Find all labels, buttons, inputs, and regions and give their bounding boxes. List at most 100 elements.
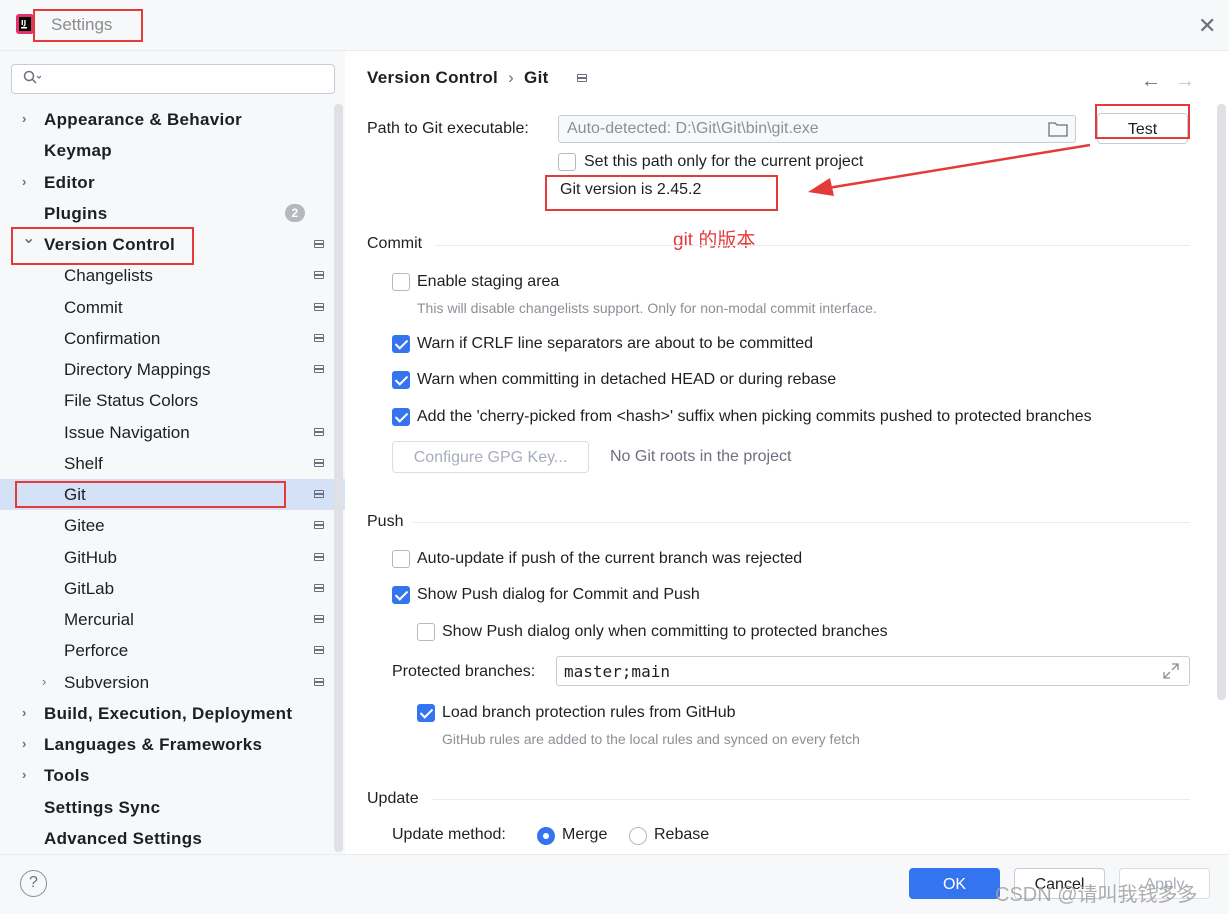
sidebar-scrollbar[interactable] [334,104,343,852]
sidebar-item-github[interactable]: GitHub [0,542,345,573]
cherry-pick-checkbox[interactable] [392,408,410,426]
title-highlight-box [33,9,143,42]
sidebar-item-advanced-settings[interactable]: Advanced Settings [0,823,345,854]
sidebar-item-label: Languages & Frameworks [44,735,263,754]
sidebar-item-perforce[interactable]: Perforce [0,635,345,666]
sidebar-item-label: Confirmation [64,329,161,348]
detached-label: Warn when committing in detached HEAD or… [417,371,837,388]
rebase-radio[interactable] [629,827,647,845]
git-path-label: Path to Git executable: [367,120,529,137]
annotation-arrow [808,143,1091,196]
sidebar-item-commit[interactable]: Commit [0,292,345,323]
push-separator [413,522,1190,523]
sidebar-item-label: Issue Navigation [64,423,190,442]
auto-update-checkbox[interactable] [392,550,410,568]
folder-icon[interactable] [1048,121,1068,137]
sidebar-item-label: Mercurial [64,610,134,629]
load-rules-label: Load branch protection rules from GitHub [442,704,736,721]
project-scope-icon [314,553,324,561]
update-section-title: Update [367,790,419,807]
project-scope-icon [314,678,324,686]
sidebar-item-build-execution-deployment[interactable]: › Build, Execution, Deployment [0,698,345,729]
sidebar-item-file-status-colors[interactable]: File Status Colors [0,385,345,416]
sidebar-item-languages-frameworks[interactable]: › Languages & Frameworks [0,729,345,760]
configure-gpg-button[interactable]: Configure GPG Key... [392,441,589,473]
sidebar-item-directory-mappings[interactable]: Directory Mappings [0,354,345,385]
merge-label: Merge [562,826,608,843]
sidebar-item-label: Subversion [64,673,150,692]
back-arrow-icon[interactable]: ← [1141,70,1161,93]
project-scope-icon [314,428,324,436]
sidebar-item-label: Build, Execution, Deployment [44,704,293,723]
sidebar-item-issue-navigation[interactable]: Issue Navigation [0,417,345,448]
update-separator [432,799,1190,800]
project-only-checkbox[interactable] [558,153,576,171]
sidebar-item-gitee[interactable]: Gitee [0,510,345,541]
intellij-app-icon: IJ [16,14,34,34]
auto-update-label: Auto-update if push of the current branc… [417,550,803,567]
chevron-right-icon[interactable]: › [22,112,34,125]
close-icon[interactable]: ✕ [1198,13,1216,39]
chevron-right-icon[interactable]: › [42,675,54,688]
sidebar-item-confirmation[interactable]: Confirmation [0,323,345,354]
load-rules-checkbox[interactable] [417,704,435,722]
project-scope-icon [314,459,324,467]
sidebar-item-keymap[interactable]: Keymap [0,135,345,166]
ok-button[interactable]: OK [909,868,1000,899]
breadcrumb-separator: › [508,68,515,87]
sidebar-item-gitlab[interactable]: GitLab [0,573,345,604]
push-section-title: Push [367,513,404,530]
chevron-right-icon[interactable]: › [22,175,34,188]
sidebar-item-label: Keymap [44,141,112,160]
commit-section-title: Commit [367,235,423,252]
project-scope-icon [577,74,587,82]
main-scrollbar[interactable] [1217,104,1226,700]
sidebar-item-label: Tools [44,766,90,785]
updates-badge: 2 [285,204,305,222]
help-icon[interactable]: ? [20,870,47,897]
watermark: CSDN @请叫我钱多多 [995,884,1198,906]
chevron-right-icon[interactable]: › [22,737,34,750]
chevron-right-icon[interactable]: › [22,706,34,719]
version-highlight-box [545,175,778,211]
show-push-dialog-checkbox[interactable] [392,586,410,604]
sidebar-item-label: File Status Colors [64,391,199,410]
sidebar-item-mercurial[interactable]: Mercurial [0,604,345,635]
cherry-pick-label: Add the 'cherry-picked from <hash>' suff… [417,408,1092,425]
sidebar-item-label: Gitee [64,516,105,535]
detached-checkbox[interactable] [392,371,410,389]
project-scope-icon [314,615,324,623]
annotation-text: git 的版本 [673,230,756,251]
sidebar-item-editor[interactable]: › Editor [0,167,345,198]
svg-text:IJ: IJ [21,19,26,27]
sidebar-item-subversion[interactable]: › Subversion [0,667,345,698]
expand-icon[interactable] [1162,662,1180,680]
merge-radio[interactable] [537,827,555,845]
sidebar-item-label: GitLab [64,579,115,598]
project-scope-icon [314,334,324,342]
project-scope-icon [314,271,324,279]
forward-arrow-icon[interactable]: → [1175,70,1195,93]
project-scope-icon [314,365,324,373]
project-scope-icon [314,240,324,248]
project-scope-icon [314,490,324,498]
staging-hint: This will disable changelists support. O… [417,300,877,316]
search-input[interactable] [11,64,335,94]
staging-label: Enable staging area [417,273,560,290]
staging-checkbox[interactable] [392,273,410,291]
sidebar-item-settings-sync[interactable]: Settings Sync [0,792,345,823]
search-icon [23,70,41,84]
protected-only-checkbox[interactable] [417,623,435,641]
sidebar-item-shelf[interactable]: Shelf [0,448,345,479]
sidebar-item-label: Plugins [44,204,108,223]
sidebar-item-label: Directory Mappings [64,360,211,379]
sidebar-item-appearance-behavior[interactable]: › Appearance & Behavior [0,104,345,135]
sidebar-item-tools[interactable]: › Tools [0,760,345,791]
test-highlight-box [1095,104,1190,139]
project-scope-icon [314,584,324,592]
breadcrumb-parent[interactable]: Version Control [367,68,498,87]
sidebar-item-plugins[interactable]: Plugins 2 [0,198,345,229]
chevron-right-icon[interactable]: › [22,768,34,781]
crlf-checkbox[interactable] [392,335,410,353]
sidebar-item-label: Editor [44,173,95,192]
